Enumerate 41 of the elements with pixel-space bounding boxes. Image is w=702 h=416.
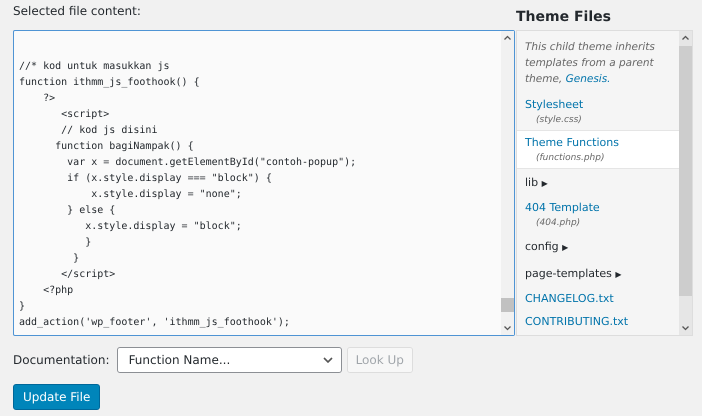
code-line: var x = document.getElementById("contoh-popup"); [66,156,358,170]
scrollbar-thumb[interactable] [679,46,692,296]
documentation-label: Documentation: [13,353,110,367]
code-line: ?> [42,92,56,106]
update-file-button[interactable]: Update File [13,384,100,410]
theme-note: This child theme inherits templates from a parent theme, Genesis. [524,40,656,87]
code-line: } [72,252,80,266]
code-line: x.style.display = "block"; [84,220,243,234]
folder-item[interactable]: page-templates ▶ [517,260,679,287]
editor-scrollbar[interactable] [501,31,514,335]
folder-item[interactable]: config ▶ [517,233,679,260]
file-item[interactable]: 404 Template (404.php) [517,196,679,233]
editor-label: Selected file content: [13,3,142,20]
scroll-up-icon[interactable] [504,35,511,40]
file-item[interactable]: Theme Functions (functions.php) [517,130,679,169]
code-line: </script> [60,268,116,282]
code-line: <script> [60,108,110,122]
scroll-down-icon[interactable] [504,326,511,331]
code-line: add_action('wp_footer', 'ithmm_js_foothook'); [19,316,291,330]
code-line: // kod js disini [60,124,158,138]
code-line: if (x.style.display === "block") { [66,172,273,186]
code-line: //* kod untuk masukkan js [19,60,171,74]
file-item[interactable]: Stylesheet (style.css) [517,93,679,130]
code-line: } [84,236,92,250]
code-line: } [19,300,26,314]
code-editor[interactable] [13,30,515,336]
file-list-scrollbar[interactable] [679,31,692,335]
file-item[interactable]: CHANGELOG.txt [517,287,679,310]
code-line: function ithmm_js_foothook() { [19,76,201,90]
code-line: <?php [42,284,74,298]
scrollbar-thumb[interactable] [501,298,514,312]
file-item[interactable]: CONTRIBUTING.txt [517,310,679,333]
parent-theme-link[interactable]: Genesis. [566,73,611,85]
code-line: } else { [66,204,116,218]
code-line: x.style.display = "none"; [90,188,243,202]
scroll-down-icon[interactable] [682,326,689,331]
code-line: function bagiNampak() { [54,140,195,154]
theme-files-title: Theme Files [516,8,612,27]
folder-item[interactable]: lib ▶ [517,169,679,196]
chevron-down-icon [322,357,333,363]
scroll-up-icon[interactable] [682,35,689,40]
